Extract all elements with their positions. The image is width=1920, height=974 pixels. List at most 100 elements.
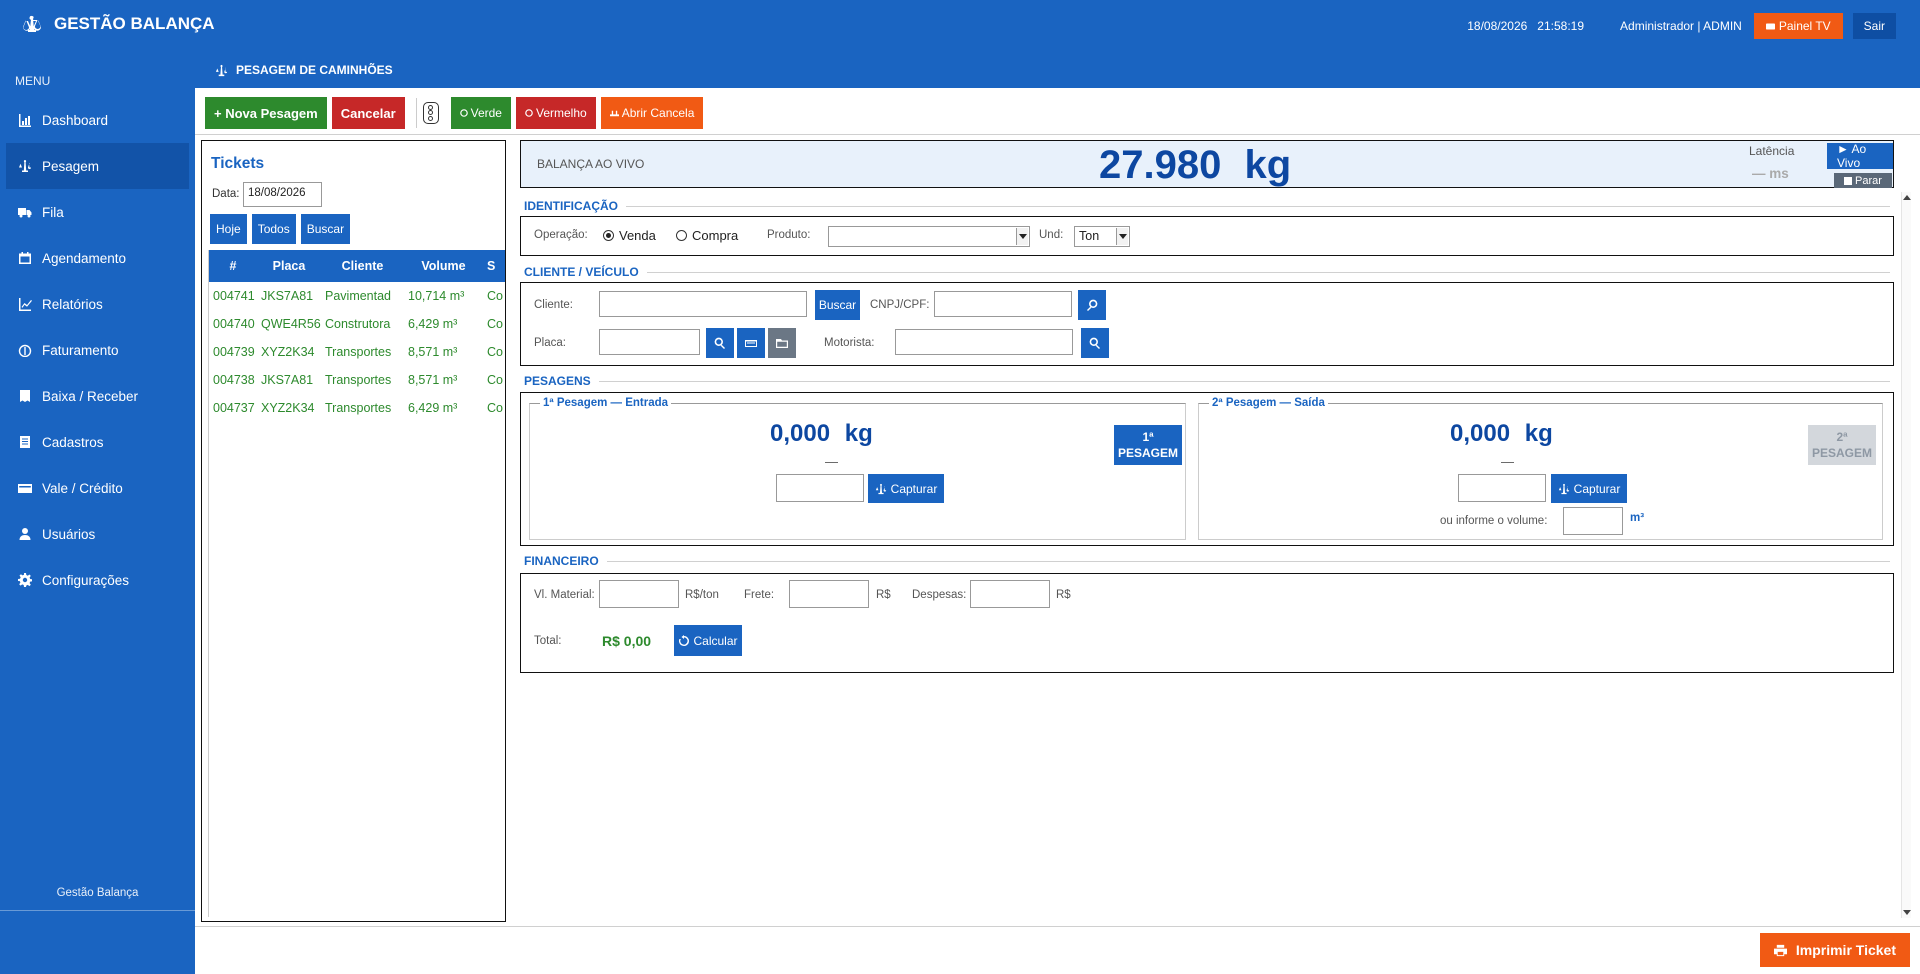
sidebar-item-cadastros[interactable]: Cadastros [0, 419, 195, 465]
form-scrollbar[interactable] [1901, 192, 1911, 918]
folder-placa-button[interactable] [768, 328, 796, 358]
sidebar-item-faturamento[interactable]: Faturamento [0, 327, 195, 373]
sidebar-item-baixa[interactable]: Baixa / Receber [0, 373, 195, 419]
parar-label: Parar [1855, 174, 1882, 187]
table-row[interactable]: 004737 XYZ2K34 Transportes 6,429 m³ Co [209, 394, 505, 422]
sidebar-item-label: Fila [42, 204, 64, 220]
column-header-status[interactable]: S [483, 250, 505, 282]
table-row[interactable]: 004740 QWE4R56 Construtora 6,429 m³ Co [209, 310, 505, 338]
live-scale-panel: BALANÇA AO VIVO 27.980 kg Latência — ms … [520, 140, 1894, 188]
ao-vivo-button[interactable]: ► Ao Vivo [1827, 142, 1893, 170]
search-cnpj-button[interactable] [1078, 290, 1106, 320]
scroll-down-icon [1903, 910, 1911, 915]
primeira-pesagem-input[interactable] [776, 474, 864, 502]
cell-volume: 10,714 m³ [408, 289, 465, 303]
hoje-button[interactable]: Hoje [210, 214, 247, 244]
capturar-primeira-button[interactable]: Capturar [868, 474, 944, 503]
cell-status: Co [487, 373, 503, 387]
capturar-label: Capturar [890, 481, 938, 496]
todos-button[interactable]: Todos [251, 214, 296, 244]
imprimir-ticket-label: Imprimir Ticket [1795, 942, 1896, 958]
toolbar-divider-line [195, 134, 1920, 135]
segunda-pesagem-timestamp: — [1501, 454, 1514, 469]
buscar-cliente-button[interactable]: Buscar [815, 290, 860, 320]
calcular-button[interactable]: Calcular [674, 625, 742, 656]
parar-button[interactable]: Parar [1834, 173, 1892, 188]
capturar-segunda-button[interactable]: Capturar [1551, 474, 1627, 503]
column-header-number[interactable]: # [209, 250, 257, 282]
section-title-cliente-veiculo: CLIENTE / VEÍCULO [524, 265, 1890, 279]
toolbar: + Nova Pesagem Cancelar Verde Vermelho A… [205, 96, 708, 130]
search-icon [1087, 299, 1098, 311]
verde-label: Verde [470, 106, 502, 120]
primeira-pesagem-panel: 1ª Pesagem — Entrada 0,000 kg — Capturar… [529, 397, 1186, 540]
cell-volume: 8,571 m³ [408, 345, 458, 359]
material-input[interactable] [599, 580, 679, 608]
logout-button[interactable]: Sair [1852, 13, 1896, 39]
scale-icon [19, 160, 31, 172]
current-date: 18/08/2026 [1467, 19, 1528, 33]
volume-input[interactable] [1563, 507, 1623, 535]
cell-status: Co [487, 345, 503, 359]
sidebar-item-relatorios[interactable]: Relatórios [0, 281, 195, 327]
sidebar-item-agendamento[interactable]: Agendamento [0, 235, 195, 281]
imprimir-ticket-button[interactable]: Imprimir Ticket [1759, 933, 1910, 967]
money-icon [18, 344, 32, 357]
column-header-cliente[interactable]: Cliente [321, 250, 404, 282]
sidebar-item-label: Baixa / Receber [42, 388, 139, 404]
sidebar-item-pesagem[interactable]: Pesagem [6, 143, 189, 189]
cell-placa: JKS7A81 [261, 373, 314, 387]
cell-number: 004741 [213, 289, 255, 303]
cancelar-button[interactable]: Cancelar [331, 97, 405, 129]
identificacao-box: Operação: Venda Compra Produto: Und: Ton [520, 216, 1894, 256]
operacao-label: Operação: [534, 229, 588, 241]
cnpj-input[interactable] [934, 291, 1072, 317]
semaforo-vermelho-button[interactable]: Vermelho [515, 97, 596, 129]
tickets-date-input[interactable]: 18/08/2026 [243, 182, 322, 207]
semaforo-verde-button[interactable]: Verde [450, 97, 511, 129]
produto-select[interactable] [828, 226, 1030, 247]
tickets-table: # Placa Cliente Volume S 004741 JKS7A81 … [209, 250, 505, 422]
abrir-cancela-button[interactable]: Abrir Cancela [600, 97, 704, 129]
cell-cliente: Transportes [325, 345, 392, 359]
traffic-light-icon [422, 102, 439, 124]
motorista-input[interactable] [895, 329, 1073, 355]
cell-status: Co [487, 401, 503, 415]
user-info: Administrador | ADMIN [1620, 19, 1742, 33]
material-label: Vl. Material: [534, 589, 595, 601]
table-row[interactable]: 004739 XYZ2K34 Transportes 8,571 m³ Co [209, 338, 505, 366]
table-row[interactable]: 004741 JKS7A81 Pavimentad 10,714 m³ Co [209, 282, 505, 310]
column-header-volume[interactable]: Volume [404, 250, 483, 282]
placa-input[interactable] [599, 329, 700, 355]
camera-placa-button[interactable] [737, 328, 765, 358]
search-motorista-button[interactable] [1081, 328, 1109, 358]
cliente-input[interactable] [599, 291, 807, 317]
sidebar-item-vale[interactable]: Vale / Crédito [0, 465, 195, 511]
table-row[interactable]: 004738 JKS7A81 Transportes 8,571 m³ Co [209, 366, 505, 394]
frete-input[interactable] [789, 580, 869, 608]
scale-icon [215, 64, 228, 76]
sidebar-item-label: Faturamento [42, 342, 119, 358]
pesagens-box: 1ª Pesagem — Entrada 0,000 kg — Capturar… [520, 392, 1894, 546]
column-header-placa[interactable]: Placa [257, 250, 321, 282]
cliente-veiculo-box: Cliente: Buscar CNPJ/CPF: Placa: Motoris… [520, 282, 1894, 366]
sidebar-item-dashboard[interactable]: Dashboard [0, 97, 195, 143]
sidebar-item-configuracoes[interactable]: Configurações [0, 557, 195, 603]
despesas-input[interactable] [970, 580, 1050, 608]
despesas-unit: R$ [1056, 589, 1071, 601]
cell-cliente: Construtora [325, 317, 391, 331]
painel-tv-button[interactable]: Painel TV [1753, 13, 1843, 39]
sidebar-item-usuarios[interactable]: Usuários [0, 511, 195, 557]
segunda-pesagem-input[interactable] [1458, 474, 1546, 502]
sidebar-item-fila[interactable]: Fila [0, 189, 195, 235]
primeira-pesagem-badge[interactable]: 1ª PESAGEM [1114, 425, 1182, 465]
nova-pesagem-button[interactable]: + Nova Pesagem [205, 97, 327, 129]
buscar-tickets-button[interactable]: Buscar [300, 214, 351, 244]
cell-placa: QWE4R56 [261, 317, 321, 331]
page-header: PESAGEM DE CAMINHÕES [195, 52, 1920, 88]
cell-number: 004740 [213, 317, 255, 331]
search-placa-button[interactable] [706, 328, 734, 358]
compra-radio[interactable]: Compra [676, 228, 738, 243]
und-select[interactable]: Ton [1074, 226, 1130, 247]
venda-radio[interactable]: Venda [603, 228, 656, 243]
